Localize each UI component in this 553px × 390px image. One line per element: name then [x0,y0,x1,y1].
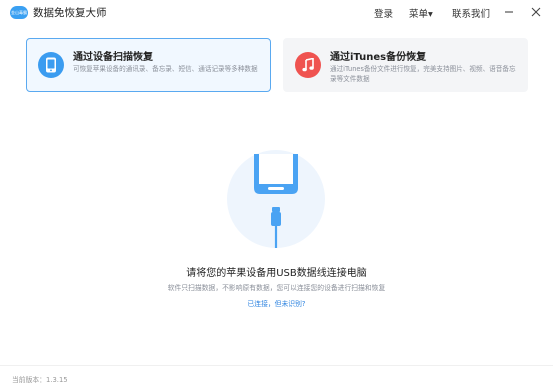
mode-card-title: 通过iTunes备份恢复 [330,52,427,63]
minimize-icon [505,11,513,13]
minimize-button[interactable] [500,3,518,21]
title-bar: 金山毒霸 数据免恢复大师 登录 菜单▾ 联系我们 [0,0,553,26]
mode-card-description: 通过iTunes备份文件进行恢复，完美支持图片、视频、语音备忘录等文件数据 [330,65,516,83]
menu-dropdown[interactable]: 菜单▾ [409,6,433,20]
status-footer: 当前版本：1.3.15 [0,365,553,390]
music-note-icon [295,52,321,78]
phone-icon [38,52,64,78]
app-logo-icon: 金山毒霸 [10,6,28,19]
connected-not-recognized-link[interactable]: 已连接，但未识别? [0,298,553,308]
mode-card-device-scan[interactable]: 通过设备扫描恢复 可恢复苹果设备的通讯录、备忘录、短信、通话记录等多种数据 [26,38,271,92]
app-title: 数据免恢复大师 [33,7,107,19]
connect-device-illustration [227,150,325,248]
connect-subtext: 软件只扫描数据，不影响原有数据，您可以连接您的设备进行扫描和恢复 [167,284,386,292]
mode-card-itunes-backup[interactable]: 通过iTunes备份恢复 通过iTunes备份文件进行恢复，完美支持图片、视频、… [283,38,528,92]
version-label: 当前版本：1.3.15 [12,376,68,384]
mode-card-title: 通过设备扫描恢复 [73,52,153,63]
mode-card-description: 可恢复苹果设备的通讯录、备忘录、短信、通话记录等多种数据 [73,65,258,73]
login-link[interactable]: 登录 [374,6,393,20]
close-icon [531,7,541,17]
close-button[interactable] [527,3,545,21]
contact-us-link[interactable]: 联系我们 [452,6,490,20]
app-logo-text: 金山毒霸 [11,9,27,15]
connect-headline: 请将您的苹果设备用USB数据线连接电脑 [186,268,367,279]
usb-phone-icon [254,154,298,248]
selected-card-pointer [142,91,152,97]
